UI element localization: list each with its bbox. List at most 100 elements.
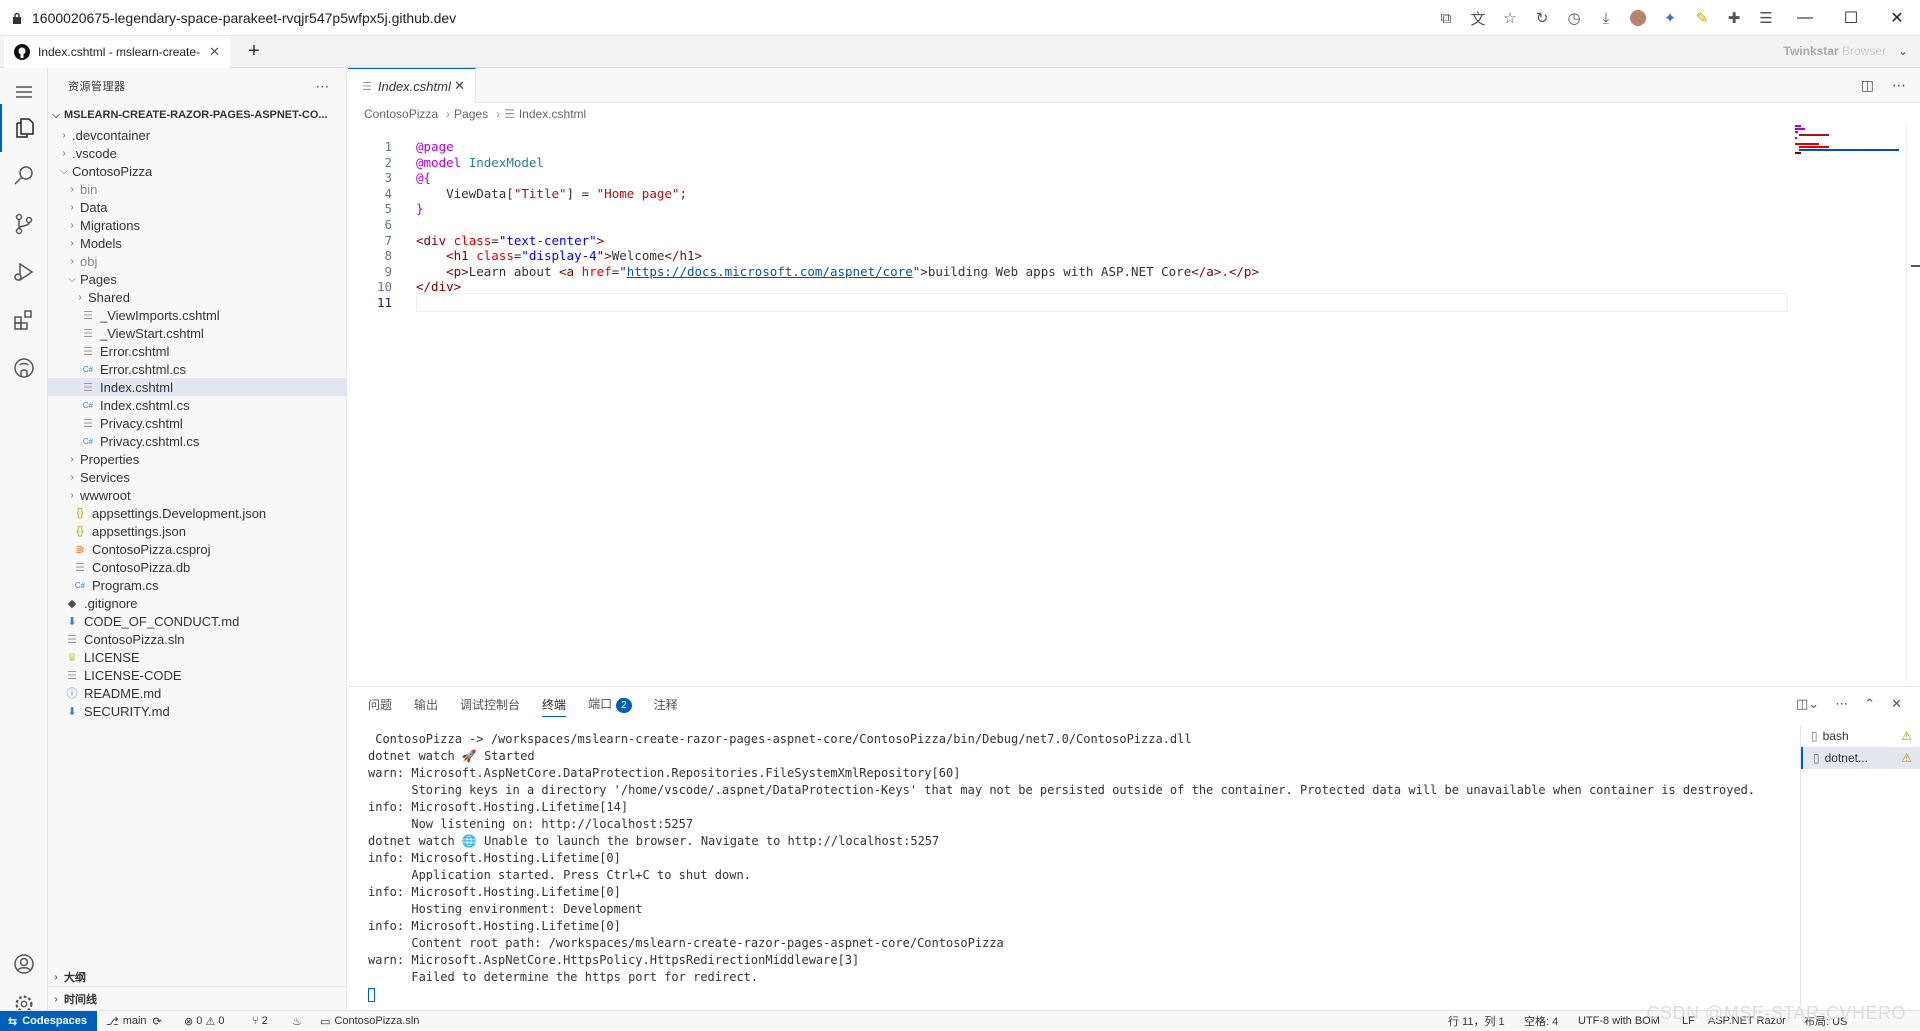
- split-editor-icon[interactable]: ◫: [1861, 77, 1874, 94]
- close-window-icon[interactable]: ✕: [1874, 0, 1920, 36]
- tree-file[interactable]: ☰ LICENSE-CODE: [48, 666, 347, 684]
- breadcrumb-item[interactable]: Pages: [454, 107, 488, 121]
- tab-comments[interactable]: 注释: [654, 696, 678, 713]
- github-icon[interactable]: [0, 344, 48, 392]
- workspace-root[interactable]: ⌵ MSLEARN-CREATE-RAZOR-PAGES-ASPNET-CO..…: [48, 104, 347, 126]
- tree-file[interactable]: C# Privacy.cshtml.cs: [48, 432, 347, 450]
- tree-folder[interactable]: › Services: [48, 468, 347, 486]
- minimap[interactable]: [1795, 125, 1905, 685]
- tab-ports[interactable]: 端口 2: [588, 695, 632, 713]
- more-actions-icon[interactable]: ⋯: [316, 78, 331, 95]
- ports-indicator[interactable]: ⑂ 2: [252, 1011, 268, 1031]
- tree-folder[interactable]: › Data: [48, 198, 347, 216]
- new-tab-icon[interactable]: +: [242, 40, 266, 64]
- download-icon[interactable]: ⤓: [1590, 0, 1622, 36]
- tree-folder[interactable]: › .vscode: [48, 144, 347, 162]
- tab-debug-console[interactable]: 调试控制台: [460, 696, 520, 713]
- solution-indicator[interactable]: ▭ ContosoPizza.sln: [320, 1011, 419, 1031]
- profile-avatar-icon[interactable]: [1622, 0, 1654, 36]
- editor-scrollbar[interactable]: [1906, 125, 1920, 685]
- more-actions-icon[interactable]: ⋯: [1892, 77, 1906, 94]
- flame-icon[interactable]: ♨: [292, 1011, 302, 1031]
- translate-icon[interactable]: 文: [1462, 0, 1494, 36]
- tree-item-label: _ViewStart.cshtml: [100, 325, 204, 341]
- tree-file[interactable]: C# Index.cshtml.cs: [48, 396, 347, 414]
- maximize-icon[interactable]: ☐: [1828, 0, 1874, 36]
- tree-file[interactable]: ☰ Index.cshtml: [48, 378, 347, 396]
- ports-icon: ⑂: [252, 1015, 259, 1027]
- tree-folder[interactable]: ⌵ ContosoPizza: [48, 162, 347, 180]
- url-text[interactable]: 1600020675-legendary-space-parakeet-rvqj…: [32, 10, 456, 26]
- tree-file[interactable]: {} appsettings.json: [48, 522, 347, 540]
- tree-file[interactable]: ♛ LICENSE: [48, 648, 347, 666]
- extension-bird-icon[interactable]: ✦: [1654, 0, 1686, 36]
- tree-file[interactable]: ☰ Privacy.cshtml: [48, 414, 347, 432]
- tree-file[interactable]: ⋑ ContosoPizza.csproj: [48, 540, 347, 558]
- bookmark-star-icon[interactable]: ☆: [1494, 0, 1526, 36]
- breadcrumb-item[interactable]: ContosoPizza: [364, 107, 438, 121]
- tree-file[interactable]: ⬇ SECURITY.md: [48, 702, 347, 720]
- terminal-instance[interactable]: ▯ dotnet... ⚠: [1801, 747, 1920, 769]
- search-icon[interactable]: [0, 152, 48, 200]
- cs-file-icon: C#: [82, 364, 94, 374]
- close-tab-icon[interactable]: ✕: [209, 44, 220, 60]
- tab-terminal[interactable]: 终端: [542, 696, 567, 717]
- more-actions-icon[interactable]: ⋯: [1835, 696, 1848, 712]
- history-icon[interactable]: ◷: [1558, 0, 1590, 36]
- chevron-down-icon[interactable]: ⌄: [1898, 44, 1908, 58]
- branch-indicator[interactable]: ⎇ main ⟳: [106, 1011, 162, 1031]
- problems-indicator[interactable]: ⊗ 0 ⚠ 0: [184, 1011, 225, 1031]
- open-external-icon[interactable]: ⧉: [1430, 0, 1462, 36]
- tree-file[interactable]: C# Error.cshtml.cs: [48, 360, 347, 378]
- tree-item-label: Migrations: [80, 217, 140, 233]
- tree-folder[interactable]: › Properties: [48, 450, 347, 468]
- tree-folder[interactable]: › obj: [48, 252, 347, 270]
- editor-tab-index[interactable]: ☰ Index.cshtml ✕: [348, 68, 476, 103]
- explorer-icon[interactable]: [0, 104, 48, 152]
- tree-file[interactable]: ☰ _ViewStart.cshtml: [48, 324, 347, 342]
- tree-file[interactable]: ☰ ContosoPizza.sln: [48, 630, 347, 648]
- minimize-icon[interactable]: —: [1782, 0, 1828, 36]
- tree-file[interactable]: ⓘ README.md: [48, 684, 347, 702]
- tree-folder[interactable]: › wwwroot: [48, 486, 347, 504]
- source-control-icon[interactable]: [0, 200, 48, 248]
- tree-folder[interactable]: › bin: [48, 180, 347, 198]
- extensions-puzzle-icon[interactable]: ✚: [1718, 0, 1750, 36]
- cursor-position[interactable]: 行 11，列 1: [1448, 1011, 1505, 1031]
- indentation[interactable]: 空格: 4: [1524, 1011, 1558, 1031]
- browser-tab[interactable]: Index.cshtml - mslearn-create- ✕: [4, 36, 230, 68]
- tab-problems[interactable]: 问题: [368, 696, 392, 713]
- split-terminal-icon[interactable]: ◫⌄: [1796, 696, 1819, 712]
- chevron-down-icon: ⌵: [52, 109, 60, 121]
- tree-file[interactable]: ☰ _ViewImports.cshtml: [48, 306, 347, 324]
- code-editor[interactable]: 1 @page 2 @model IndexModel 3 @{4 ViewData["T…: [348, 125, 1908, 685]
- code-line[interactable]: 11: [348, 293, 1788, 312]
- terminal-output[interactable]: ContosoPizza -> /workspaces/mslearn-crea…: [368, 731, 1788, 1003]
- outline-section[interactable]: › 大纲: [48, 966, 347, 988]
- tree-file[interactable]: ☰ ContosoPizza.db: [48, 558, 347, 576]
- menu-icon[interactable]: ☰: [1750, 0, 1782, 36]
- extension-pen-icon[interactable]: ✎: [1686, 0, 1718, 36]
- close-panel-icon[interactable]: ✕: [1891, 696, 1902, 712]
- tree-folder[interactable]: › Migrations: [48, 216, 347, 234]
- tree-folder[interactable]: › Shared: [48, 288, 347, 306]
- reload-icon[interactable]: ↻: [1526, 0, 1558, 36]
- extensions-icon[interactable]: [0, 296, 48, 344]
- tree-file[interactable]: ◆ .gitignore: [48, 594, 347, 612]
- tree-file[interactable]: ☰ Error.cshtml: [48, 342, 347, 360]
- run-debug-icon[interactable]: [0, 248, 48, 296]
- terminal-cursor[interactable]: [368, 986, 1788, 1003]
- tab-output[interactable]: 输出: [414, 696, 438, 713]
- close-editor-tab-icon[interactable]: ✕: [454, 78, 465, 94]
- tree-file[interactable]: {} appsettings.Development.json: [48, 504, 347, 522]
- tree-folder[interactable]: › .devcontainer: [48, 126, 347, 144]
- breadcrumb-item[interactable]: Index.cshtml: [519, 107, 586, 121]
- tree-folder[interactable]: › Models: [48, 234, 347, 252]
- tree-file[interactable]: ⬇ CODE_OF_CONDUCT.md: [48, 612, 347, 630]
- timeline-section[interactable]: › 时间线: [48, 988, 347, 1010]
- terminal-instance[interactable]: ▯ bash ⚠: [1801, 725, 1920, 747]
- tree-folder[interactable]: ⌵ Pages: [48, 270, 347, 288]
- tree-file[interactable]: C# Program.cs: [48, 576, 347, 594]
- remote-indicator[interactable]: ⇆ Codespaces: [0, 1011, 97, 1031]
- maximize-panel-icon[interactable]: ⌃: [1864, 696, 1875, 712]
